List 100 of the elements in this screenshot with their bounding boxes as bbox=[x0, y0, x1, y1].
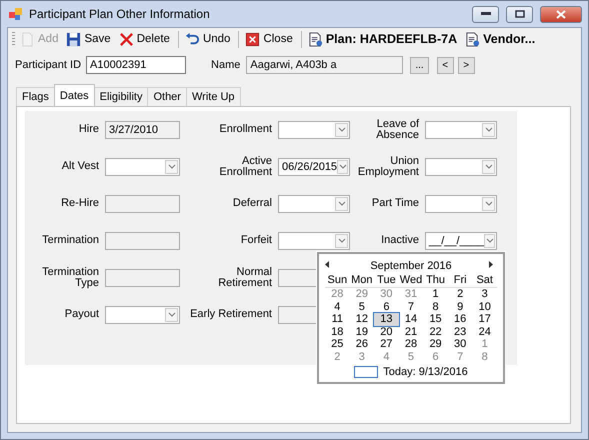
weekday-label: Fri bbox=[448, 274, 472, 288]
date-dropdown[interactable]: __/__/____ bbox=[425, 232, 497, 250]
field-label: Re-Hire bbox=[60, 198, 100, 209]
calendar-day[interactable]: 2 bbox=[448, 288, 472, 300]
calendar-day[interactable]: 5 bbox=[350, 300, 374, 313]
chevron-down-icon bbox=[484, 201, 492, 206]
toolbar-button[interactable]: Close bbox=[238, 30, 296, 48]
name-field[interactable]: Aagarwi, A403b a bbox=[246, 56, 404, 74]
calendar-day[interactable]: 27 bbox=[374, 338, 399, 350]
calendar-day[interactable]: 21 bbox=[398, 326, 424, 338]
calendar-day[interactable]: 5 bbox=[398, 350, 424, 363]
close-button[interactable] bbox=[540, 6, 582, 22]
chevron-down-icon bbox=[338, 164, 347, 169]
calendar-day[interactable]: 28 bbox=[325, 288, 350, 300]
tab[interactable]: Dates bbox=[54, 84, 95, 106]
calendar-day[interactable]: 29 bbox=[423, 338, 448, 350]
field-label: Termination bbox=[41, 235, 100, 246]
calendar-day[interactable]: 1 bbox=[423, 288, 448, 300]
date-dropdown[interactable] bbox=[278, 232, 350, 250]
date-dropdown[interactable] bbox=[105, 158, 180, 176]
toolbar-button[interactable]: Delete bbox=[116, 30, 173, 48]
today-link[interactable]: Today: 9/13/2016 bbox=[383, 366, 468, 378]
field-label: Inactive bbox=[380, 235, 420, 246]
toolbar-button[interactable]: Plan: HARDEEFLB-7A bbox=[300, 30, 460, 48]
calendar-day[interactable]: 7 bbox=[398, 300, 424, 313]
tab[interactable]: Write Up bbox=[186, 87, 241, 106]
calendar-day[interactable]: 3 bbox=[350, 350, 374, 363]
app-icon bbox=[9, 7, 23, 21]
cross-icon bbox=[118, 32, 134, 46]
date-dropdown[interactable]: 06/26/2015 bbox=[278, 158, 350, 176]
toolbar-button[interactable]: Vendor... bbox=[462, 30, 538, 48]
field-label: Active Enrollment bbox=[218, 156, 273, 178]
field-label: Enrollment bbox=[218, 124, 273, 135]
calendar-day[interactable]: 18 bbox=[325, 326, 350, 338]
calendar-day[interactable]: 6 bbox=[374, 300, 399, 313]
field-label: Early Retirement bbox=[190, 309, 273, 320]
calendar-day[interactable]: 3 bbox=[472, 288, 497, 300]
calendar-day[interactable]: 22 bbox=[423, 326, 448, 338]
date-field[interactable]: 3/27/2010 bbox=[105, 120, 180, 138]
field-label: Part Time bbox=[370, 198, 420, 209]
calendar-day[interactable]: 12 bbox=[350, 313, 374, 326]
weekday-label: Wed bbox=[398, 274, 424, 288]
calendar-day[interactable]: 28 bbox=[398, 338, 424, 350]
chevron-down-icon bbox=[338, 238, 346, 243]
chevron-down-icon bbox=[168, 164, 176, 169]
date-dropdown[interactable] bbox=[278, 120, 350, 138]
calendar-day[interactable]: 9 bbox=[448, 300, 472, 313]
calendar-day[interactable]: 15 bbox=[423, 313, 448, 326]
calendar-day[interactable]: 6 bbox=[423, 350, 448, 363]
calendar-day[interactable]: 30 bbox=[448, 338, 472, 350]
tab[interactable]: Flags bbox=[16, 87, 55, 106]
document-icon bbox=[465, 32, 480, 46]
field-label: Normal Retirement bbox=[217, 266, 273, 288]
calendar-day[interactable]: 14 bbox=[398, 313, 424, 326]
calendar-day[interactable]: 10 bbox=[472, 300, 497, 313]
window-title: Participant Plan Other Information bbox=[29, 7, 211, 21]
calendar-day[interactable]: 8 bbox=[472, 350, 497, 363]
date-dropdown[interactable] bbox=[425, 120, 497, 138]
weekday-label: Mon bbox=[350, 274, 374, 288]
calendar-day[interactable]: 2 bbox=[325, 350, 350, 363]
calendar-day[interactable]: 17 bbox=[472, 313, 497, 326]
maximize-button[interactable] bbox=[506, 6, 533, 22]
calendar-day[interactable]: 20 bbox=[374, 326, 399, 338]
calendar-day[interactable]: 13 bbox=[374, 313, 399, 326]
date-field[interactable] bbox=[105, 232, 180, 250]
chevron-down-icon bbox=[338, 127, 346, 132]
calendar-day[interactable]: 1 bbox=[472, 338, 497, 350]
participant-id-field[interactable]: A10002391 bbox=[86, 56, 186, 74]
field-label: Union Employment bbox=[356, 156, 420, 178]
calendar-day[interactable]: 30 bbox=[374, 288, 399, 300]
previous-button[interactable]: < bbox=[436, 56, 454, 74]
calendar-day[interactable]: 4 bbox=[374, 350, 399, 363]
weekday-label: Sat bbox=[472, 274, 497, 288]
toolbar-button[interactable]: Save bbox=[63, 30, 114, 48]
date-field[interactable] bbox=[105, 268, 180, 286]
document-icon bbox=[308, 32, 323, 46]
browse-button[interactable]: ... bbox=[410, 56, 429, 74]
calendar-day[interactable]: 29 bbox=[350, 288, 374, 300]
calendar-day[interactable]: 26 bbox=[350, 338, 374, 350]
date-dropdown[interactable] bbox=[425, 194, 497, 212]
field-label: Forfeit bbox=[240, 235, 273, 246]
chevron-down-icon bbox=[484, 164, 492, 169]
calendar-day[interactable]: 11 bbox=[325, 313, 350, 326]
date-dropdown[interactable] bbox=[105, 306, 180, 324]
calendar-day[interactable]: 7 bbox=[448, 350, 472, 363]
calendar-day[interactable]: 4 bbox=[325, 300, 350, 313]
date-dropdown[interactable] bbox=[425, 158, 497, 176]
toolbar-button[interactable]: Undo bbox=[178, 30, 234, 48]
calendar-day[interactable]: 31 bbox=[398, 288, 424, 300]
weekday-label: Thu bbox=[423, 274, 448, 288]
next-button[interactable]: > bbox=[458, 56, 475, 74]
calendar-day[interactable]: 8 bbox=[423, 300, 448, 313]
calendar-day[interactable]: 23 bbox=[448, 326, 472, 338]
calendar-day[interactable]: 16 bbox=[448, 313, 472, 326]
date-dropdown[interactable] bbox=[278, 194, 350, 212]
date-field[interactable] bbox=[105, 194, 180, 212]
calendar-day[interactable]: 19 bbox=[350, 326, 374, 338]
calendar-day[interactable]: 25 bbox=[325, 338, 350, 350]
minimize-button[interactable] bbox=[472, 6, 499, 22]
calendar-day[interactable]: 24 bbox=[472, 326, 497, 338]
